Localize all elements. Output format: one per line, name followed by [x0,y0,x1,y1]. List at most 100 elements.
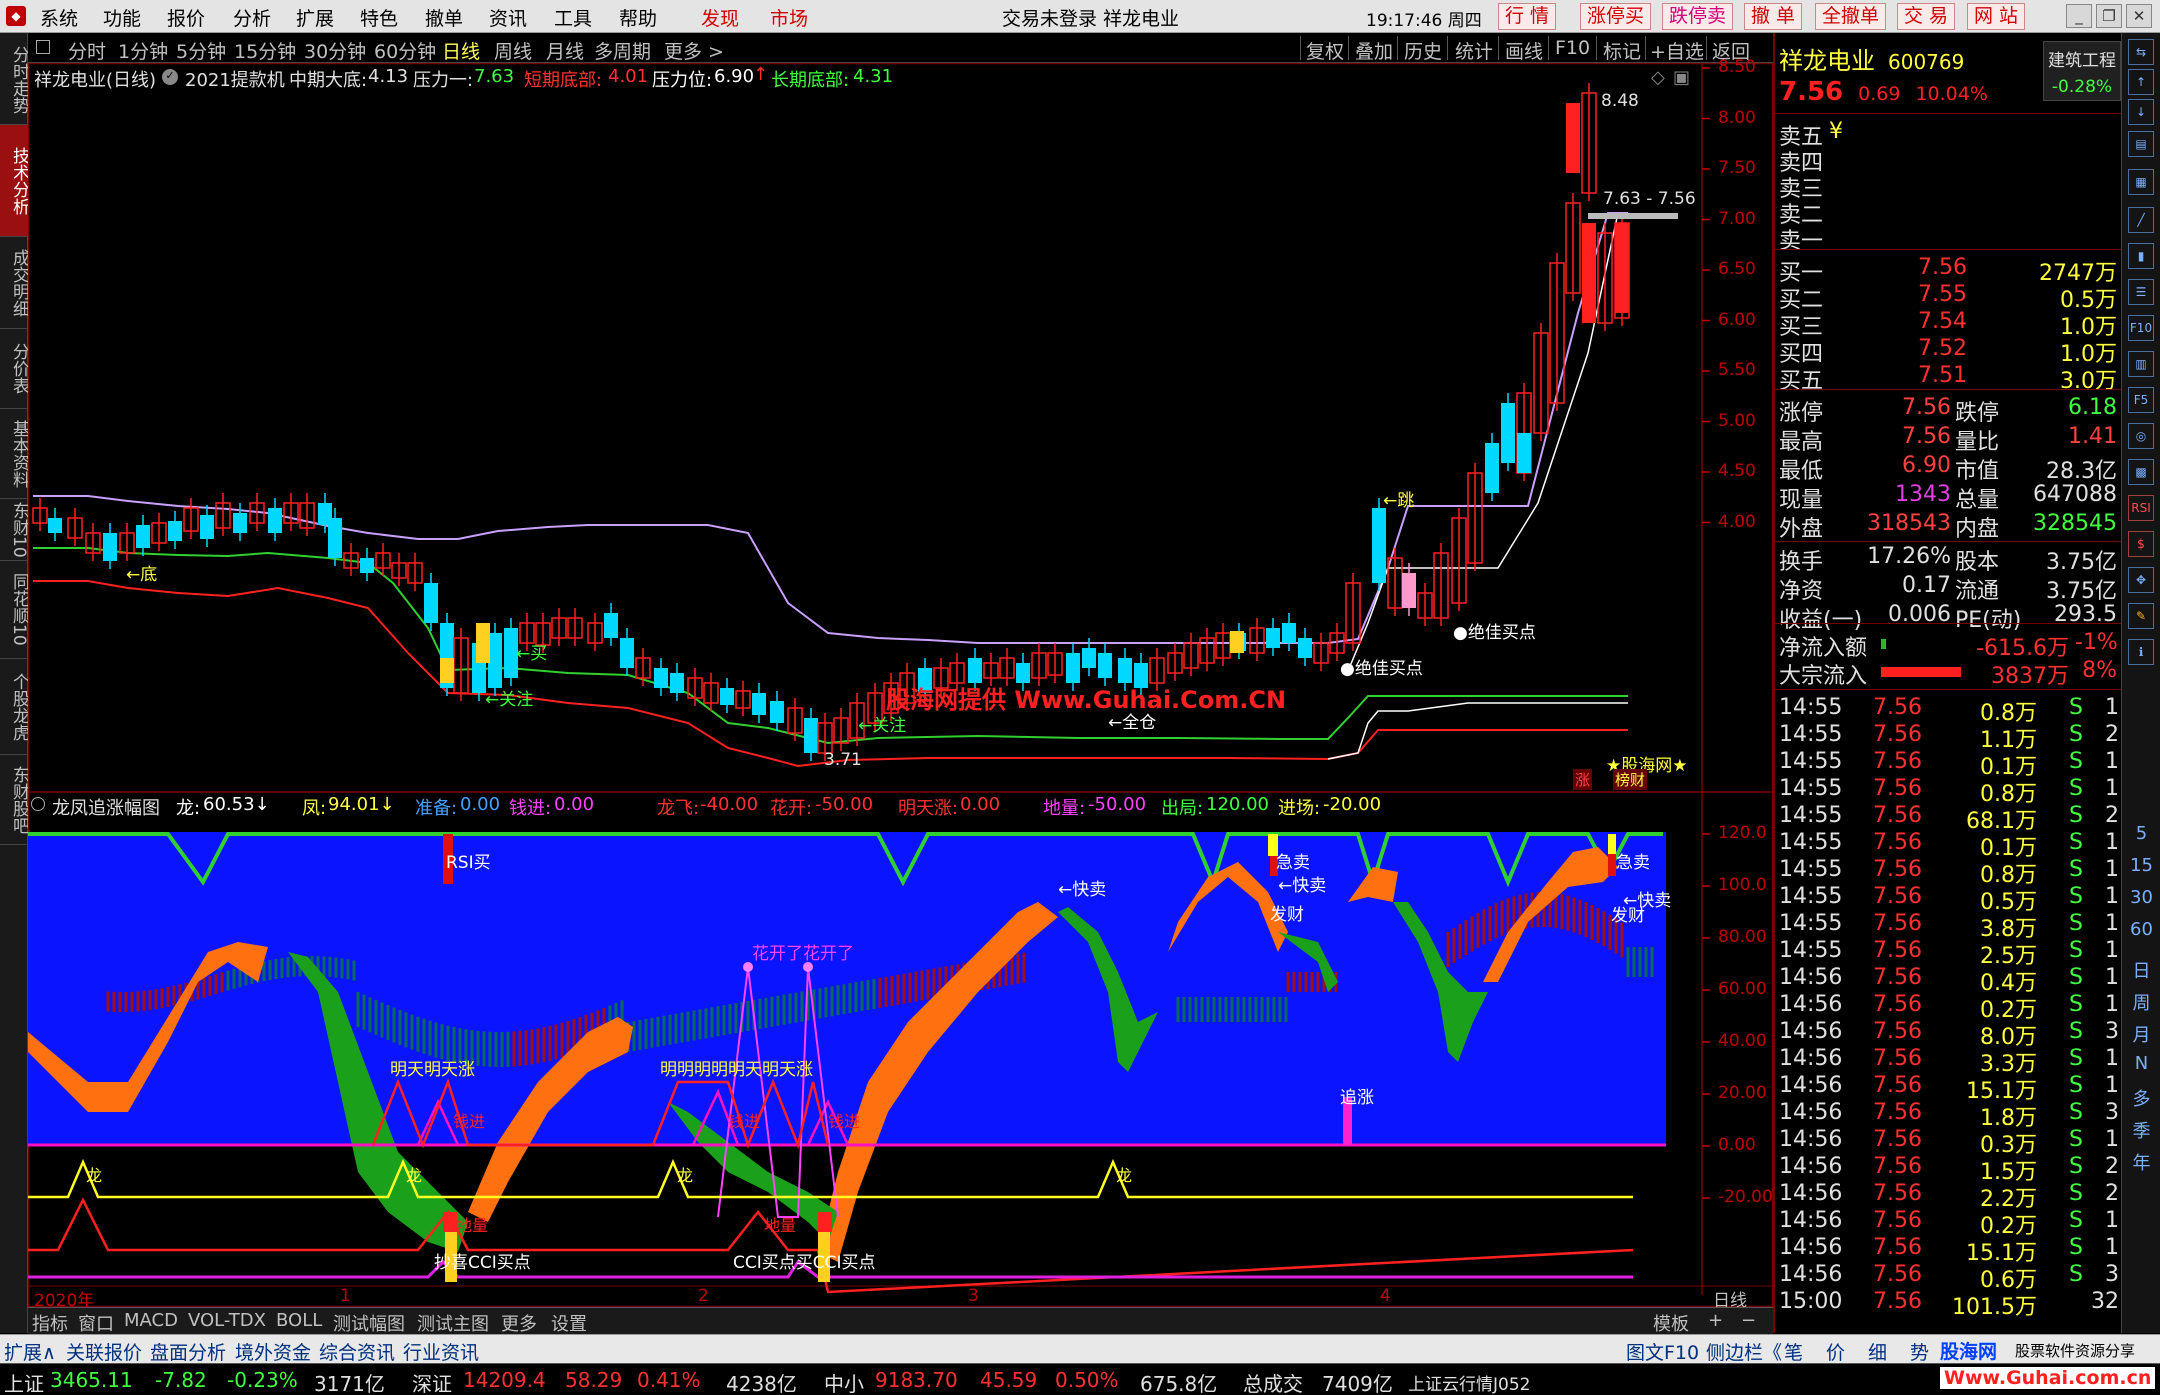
expand-icon[interactable]: ⇆ [2128,39,2154,65]
tab-template[interactable]: 模板 [1653,1310,1689,1336]
up-arrow-icon[interactable]: ↑ [2128,69,2154,95]
tab-basic-info[interactable]: 基本资料 [0,409,29,499]
tab-intraday[interactable]: 分时走势 [0,35,29,125]
layers-icon[interactable]: ▩ [2128,459,2154,485]
close-icon[interactable]: ✕ [2126,4,2152,28]
indicator-toggle-icon[interactable]: ✓ [162,69,178,85]
period-60min[interactable]: 60分钟 [374,37,436,64]
website-button[interactable]: 网 站 [1967,3,2026,30]
menu-analysis[interactable]: 分析 [233,4,271,31]
industry-news[interactable]: 行业资讯 [403,1338,479,1365]
period-month[interactable]: 月 [2122,1021,2160,1047]
period-5min[interactable]: 5分钟 [176,37,226,64]
menu-function[interactable]: 功能 [103,4,141,31]
tab-trend[interactable]: 势 [1910,1338,1929,1365]
tool-mark[interactable]: 标记 [1603,37,1641,64]
tool-f10[interactable]: F10 [1555,37,1590,59]
period-week[interactable]: 周 [2122,989,2160,1015]
tab-vol-tdx[interactable]: VOL-TDX [188,1310,266,1331]
compass-icon[interactable]: ◎ [2128,423,2154,449]
period-15[interactable]: 15 [2122,855,2160,876]
period-day[interactable]: 日 [2122,957,2160,983]
tool-overlay[interactable]: 叠加 [1355,37,1393,64]
period-weekly[interactable]: 周线 [494,37,532,64]
rsi-icon[interactable]: RSI [2128,495,2154,521]
dollar-icon[interactable]: $ [2128,531,2154,557]
remove-button[interactable]: − [1741,1310,1756,1331]
grid-icon[interactable]: ▦ [2128,169,2154,195]
tool-statistics[interactable]: 统计 [1455,37,1493,64]
tab-settings[interactable]: 设置 [551,1310,587,1336]
market-analysis[interactable]: 盘面分析 [150,1338,226,1365]
pen-icon[interactable]: ✎ [2128,603,2154,629]
tab-indicator[interactable]: 指标 [32,1310,68,1336]
down-arrow-icon[interactable]: ↓ [2128,99,2154,125]
line-chart-icon[interactable]: ╱ [2128,207,2154,233]
tab-test-main[interactable]: 测试主图 [417,1310,489,1336]
restore-icon[interactable]: ❐ [2096,4,2122,28]
menu-quote[interactable]: 报价 [167,4,205,31]
period-intraday[interactable]: 分时 [68,37,106,64]
tab-dragon-tiger[interactable]: 个股龙虎 [0,659,29,755]
window-icon[interactable]: ▣ [1673,67,1690,88]
tab-guba[interactable]: 东财股吧 [0,755,29,845]
general-news[interactable]: 综合资讯 [319,1338,395,1365]
period-monthly[interactable]: 月线 [546,37,584,64]
period-5[interactable]: 5 [2122,823,2160,844]
chart-icon[interactable]: ▤ [2128,131,2154,157]
menu-extend[interactable]: 扩展 [296,4,334,31]
candle-icon[interactable]: ▮ [2128,243,2154,269]
tool-history[interactable]: 历史 [1404,37,1442,64]
sidebar-toggle[interactable]: 侧边栏《 [1706,1338,1782,1365]
tab-more[interactable]: 更多 [501,1310,537,1336]
indicator-name[interactable]: 2021提款机 [185,66,285,92]
cloud-status[interactable]: 上证云行情J052 [1408,1370,1530,1395]
f10-icon[interactable]: F10 [2128,315,2154,341]
sub-close-icon[interactable] [31,797,45,811]
minimize-icon[interactable]: _ [2066,4,2092,28]
tab-tonghuashun[interactable]: 同花顺10 [0,561,29,659]
period-30min[interactable]: 30分钟 [304,37,366,64]
list-icon[interactable]: ☰ [2128,279,2154,305]
tool-add-favorite[interactable]: +自选 [1650,37,1704,64]
tab-trade[interactable]: 笔 [1784,1338,1803,1365]
menu-cancel-order[interactable]: 撤单 [425,4,463,31]
limit-up-buy-button[interactable]: 涨停买 [1580,3,1652,30]
period-daily[interactable]: 日线 [442,37,480,64]
trade-button[interactable]: 交 易 [1897,3,1956,30]
tab-test-sub[interactable]: 测试幅图 [333,1310,405,1336]
tab-technical[interactable]: 技术分析 [0,125,29,237]
toggle-icon[interactable] [36,40,50,54]
f5-icon[interactable]: F5 [2128,387,2154,413]
menu-system[interactable]: 系统 [40,4,78,31]
period-1min[interactable]: 1分钟 [118,37,168,64]
period-more[interactable]: 更多 > [664,37,724,64]
tab-price-table[interactable]: 分价表 [0,329,29,409]
menu-feature[interactable]: 特色 [360,4,398,31]
limit-down-sell-button[interactable]: 跌停卖 [1662,3,1734,30]
table-icon[interactable]: ▥ [2128,351,2154,377]
foreign-funds[interactable]: 境外资金 [235,1338,311,1365]
related-quote[interactable]: 关联报价 [66,1338,142,1365]
tool-draw[interactable]: 画线 [1505,37,1543,64]
tab-trade-detail[interactable]: 成交明细 [0,237,29,329]
sub-indicator-name[interactable]: 龙凤追涨幅图 [52,794,160,820]
period-n[interactable]: N [2122,1053,2160,1074]
period-multi[interactable]: 多 [2122,1085,2160,1111]
tab-eastmoney[interactable]: 东财10 [0,499,29,561]
period-multi[interactable]: 多周期 [594,37,651,64]
f10-text[interactable]: 图文F10 [1626,1338,1699,1365]
extend-toggle[interactable]: 扩展∧ [4,1338,56,1365]
period-30[interactable]: 30 [2122,887,2160,908]
period-year[interactable]: 年 [2122,1149,2160,1175]
period-60[interactable]: 60 [2122,919,2160,940]
tab-window[interactable]: 窗口 [78,1310,114,1336]
menu-help[interactable]: 帮助 [619,4,657,31]
period-quarter[interactable]: 季 [2122,1117,2160,1143]
tab-boll[interactable]: BOLL [276,1310,322,1331]
menu-news[interactable]: 资讯 [489,4,527,31]
add-button[interactable]: + [1708,1310,1723,1331]
tab-price[interactable]: 价 [1826,1338,1845,1365]
info-icon[interactable]: ℹ [2128,639,2154,665]
quote-button[interactable]: 行 情 [1498,3,1557,30]
